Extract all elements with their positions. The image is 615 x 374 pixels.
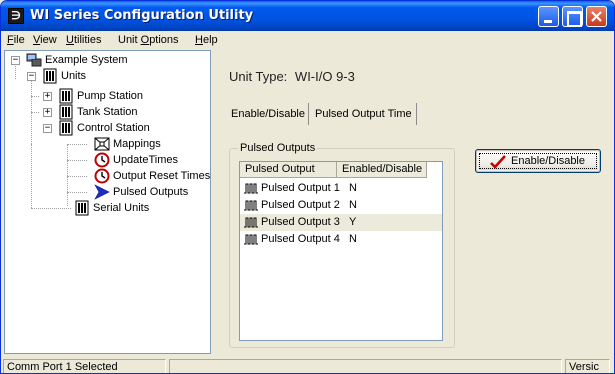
pulsed-outputs-list[interactable]: Pulsed Output Enabled/Disable Pulsed Out… [239, 161, 443, 341]
tree-item-update-times[interactable]: UpdateTimes [94, 152, 178, 168]
tree-line [67, 192, 87, 193]
tree-item-output-reset-times[interactable]: Output Reset Times [94, 168, 210, 184]
pulse-icon [244, 217, 258, 228]
unit-icon [59, 104, 73, 120]
enable-disable-button[interactable]: Enable/Disable [475, 149, 601, 173]
list-item-selected[interactable]: Pulsed Output 3 Y [240, 214, 442, 231]
title-bar[interactable]: ∋ WI Series Configuration Utility [1, 1, 614, 31]
app-icon: ∋ [8, 8, 24, 24]
tree-line [15, 64, 16, 79]
list-item[interactable]: Pulsed Output 1 N [240, 180, 442, 197]
tree-line [31, 96, 39, 97]
pulsed-outputs-group: Pulsed Outputs Pulsed Output Enabled/Dis… [229, 142, 455, 348]
tree-item-tank-station[interactable]: Tank Station [58, 104, 138, 120]
minimize-button[interactable] [538, 6, 559, 27]
tab-enable-disable[interactable]: Enable/Disable [227, 103, 309, 125]
tree-expand-toggle[interactable]: + [43, 92, 52, 101]
pulsed-output-name: Pulsed Output 3 [261, 216, 340, 228]
close-icon [591, 11, 602, 22]
tree-item-example-system[interactable]: Example System [26, 52, 128, 68]
menu-bar: File View Utilities Unit Options Help [1, 31, 614, 49]
clock-icon [94, 168, 110, 184]
system-icon [26, 53, 42, 67]
close-button[interactable] [586, 6, 607, 27]
tree-line [31, 208, 71, 209]
system-tree[interactable]: − Example System − Units + Pump Station … [4, 50, 211, 354]
group-title: Pulsed Outputs [238, 142, 318, 154]
list-item[interactable]: Pulsed Output 2 N [240, 197, 442, 214]
pulse-icon [244, 200, 258, 211]
menu-utilities[interactable]: Utilities [66, 34, 101, 46]
unit-icon [59, 88, 73, 104]
status-middle-panel [169, 359, 562, 373]
status-version: Versic [565, 359, 610, 373]
tree-line [67, 160, 87, 161]
tree-expand-toggle[interactable]: + [43, 108, 52, 117]
menu-help[interactable]: Help [195, 34, 218, 46]
tree-collapse-toggle[interactable]: − [43, 124, 52, 133]
pulse-icon [244, 183, 258, 194]
tree-line [31, 112, 39, 113]
unit-icon [59, 120, 73, 136]
checkmark-icon [490, 155, 506, 169]
maximize-button[interactable] [562, 6, 583, 27]
content-area: − Example System − Units + Pump Station … [4, 50, 611, 357]
menu-file[interactable]: File [7, 34, 25, 46]
pulsed-output-state: N [349, 199, 357, 211]
unit-type-value: WI-I/O 9-3 [294, 69, 355, 84]
tree-item-serial-units[interactable]: Serial Units [74, 200, 149, 216]
menu-view[interactable]: View [33, 34, 57, 46]
unit-type-display: Unit Type: WI-I/O 9-3 [229, 69, 355, 84]
tree-line [31, 144, 32, 208]
status-bar: Comm Port 1 Selected Versic [1, 357, 614, 373]
unit-icon [75, 200, 89, 216]
mapping-icon [94, 137, 110, 151]
pulsed-output-state: Y [349, 216, 357, 228]
tree-collapse-toggle[interactable]: − [11, 56, 20, 65]
tree-collapse-toggle[interactable]: − [27, 72, 36, 81]
unit-type-label: Unit Type: [229, 69, 288, 84]
tree-line [67, 176, 87, 177]
main-window: ∋ WI Series Configuration Utility File V… [0, 0, 615, 374]
tree-line [67, 144, 87, 145]
column-header-pulsed-output[interactable]: Pulsed Output [240, 162, 337, 178]
details-pane: Unit Type: WI-I/O 9-3 Enable/Disable Pul… [215, 50, 611, 354]
pulsed-output-name: Pulsed Output 4 [261, 233, 340, 245]
tree-item-mappings[interactable]: Mappings [94, 136, 161, 152]
pulsed-output-name: Pulsed Output 1 [261, 182, 340, 194]
tree-item-pulsed-outputs[interactable]: Pulsed Outputs [94, 184, 188, 200]
window-title: WI Series Configuration Utility [30, 8, 254, 23]
status-comm-port: Comm Port 1 Selected [3, 359, 166, 373]
pulsed-output-state: N [349, 182, 357, 194]
pulse-icon [244, 234, 258, 245]
tree-line [67, 144, 68, 206]
tree-item-pump-station[interactable]: Pump Station [58, 88, 143, 104]
tree-item-control-station[interactable]: Control Station [58, 120, 150, 136]
list-item[interactable]: Pulsed Output 4 N [240, 231, 442, 248]
tab-pulsed-output-time[interactable]: Pulsed Output Time [311, 103, 417, 125]
tree-item-units[interactable]: Units [42, 68, 86, 84]
menu-unit-options[interactable]: Unit Options [118, 34, 179, 46]
pulsed-output-state: N [349, 233, 357, 245]
arrow-icon [94, 184, 110, 200]
pulsed-output-name: Pulsed Output 2 [261, 199, 340, 211]
column-header-enabled-disable[interactable]: Enabled/Disable [337, 162, 427, 178]
unit-icon [43, 68, 57, 84]
clock-icon [94, 152, 110, 168]
